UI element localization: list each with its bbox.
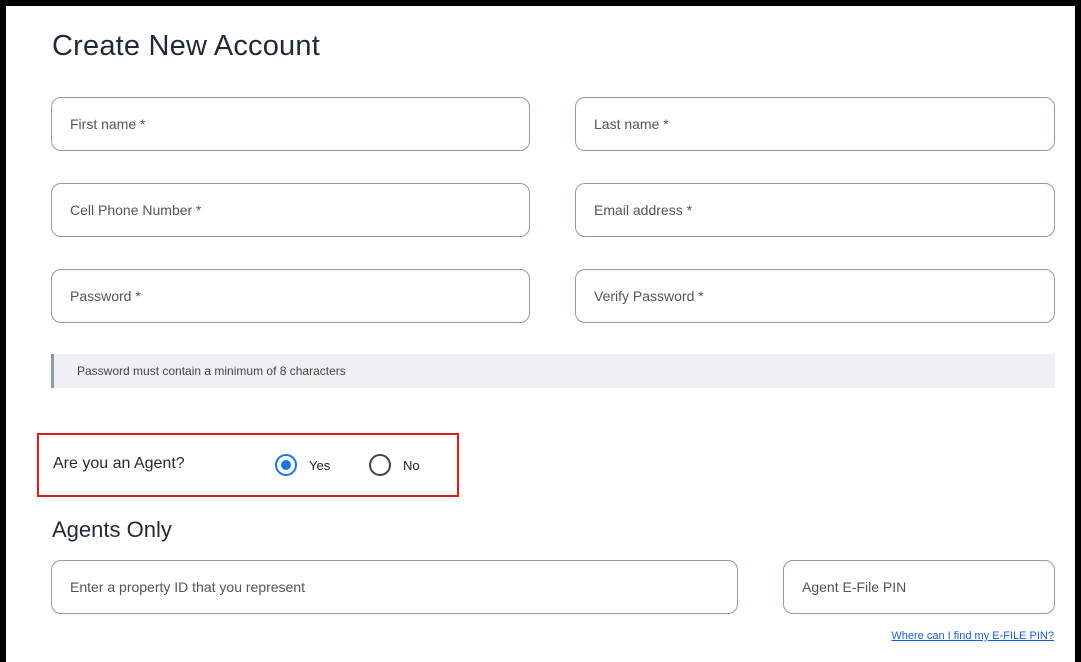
agent-question-label: Are you an Agent?: [53, 455, 185, 472]
email-input[interactable]: [576, 184, 1054, 236]
cell-phone-field[interactable]: [51, 183, 530, 237]
first-name-field[interactable]: [51, 97, 530, 151]
page-title: Create New Account: [52, 30, 320, 62]
password-notice: Password must contain a minimum of 8 cha…: [51, 354, 1055, 388]
password-notice-text: Password must contain a minimum of 8 cha…: [77, 364, 346, 378]
last-name-input[interactable]: [576, 98, 1054, 150]
agent-question-highlight: Are you an Agent? Yes No: [37, 433, 459, 497]
efile-pin-input[interactable]: [784, 561, 1054, 613]
cell-phone-input[interactable]: [52, 184, 529, 236]
agents-only-title: Agents Only: [52, 517, 172, 542]
efile-pin-help-link[interactable]: Where can I find my E-FILE PIN?: [891, 630, 1054, 642]
last-name-field[interactable]: [575, 97, 1055, 151]
agent-no-label[interactable]: No: [403, 458, 420, 473]
verify-password-input[interactable]: [576, 270, 1054, 322]
agent-yes-radio[interactable]: Yes: [275, 454, 330, 476]
radio-selected-icon[interactable]: [275, 454, 297, 476]
property-id-field[interactable]: [51, 560, 738, 614]
password-field[interactable]: [51, 269, 530, 323]
property-id-input[interactable]: [52, 561, 737, 613]
email-field[interactable]: [575, 183, 1055, 237]
agent-no-radio[interactable]: No: [369, 454, 420, 476]
first-name-input[interactable]: [52, 98, 529, 150]
password-input[interactable]: [52, 270, 529, 322]
verify-password-field[interactable]: [575, 269, 1055, 323]
radio-unselected-icon[interactable]: [369, 454, 391, 476]
agent-yes-label[interactable]: Yes: [309, 458, 330, 473]
efile-pin-field[interactable]: [783, 560, 1055, 614]
